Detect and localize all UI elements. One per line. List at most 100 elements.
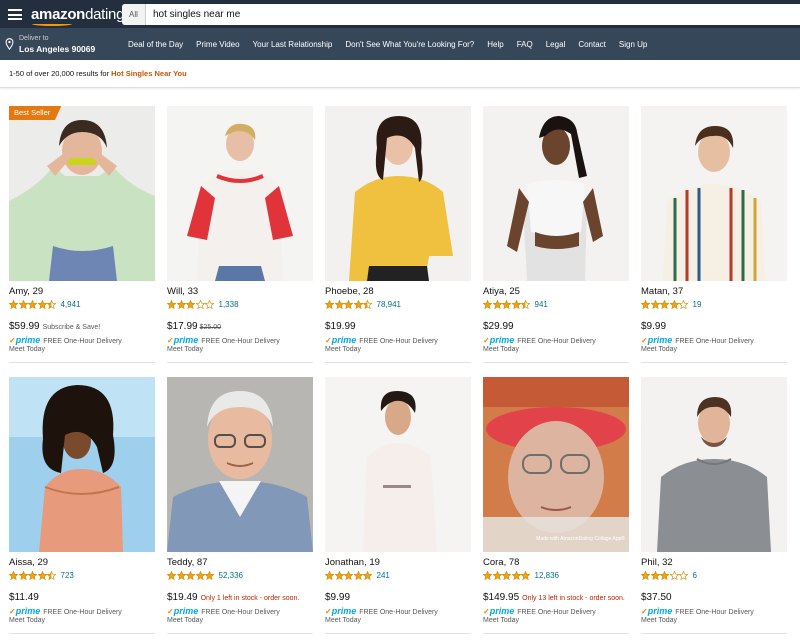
review-count[interactable]: 6 [693,571,697,580]
star-rating[interactable]: 4,941 [9,300,81,310]
top-header: amazondating All [0,0,800,28]
card-divider [9,362,155,363]
nav-link-prime-video[interactable]: Prime Video [196,40,239,49]
product-photo[interactable] [9,377,155,552]
search-input[interactable] [153,4,753,25]
star-rating[interactable]: 6 [641,571,697,581]
card-divider [483,362,629,363]
product-card-amy[interactable]: Best Seller Amy, 29 4,941 $59.99 Subscribe &… [9,106,155,364]
nav-link-dont-see[interactable]: Don't See What You're Looking For? [345,40,474,49]
delivery-text: FREE One-Hour Delivery [675,609,754,616]
prime-check-icon: ✓ [483,336,490,345]
hamburger-menu-icon[interactable] [8,9,22,20]
star-icon [47,571,56,580]
star-rating[interactable]: 78,941 [325,300,401,310]
review-count[interactable]: 4,941 [61,300,81,309]
star-rating[interactable]: 941 [483,300,548,310]
product-card-cora[interactable]: Made with AmazonDating Collage App® Cora,… [483,377,629,635]
product-photo[interactable] [325,106,471,281]
star-icon [483,300,492,309]
prime-logo: prime [15,335,41,345]
review-count[interactable]: 78,941 [377,300,401,309]
product-photo[interactable] [325,377,471,552]
star-rating[interactable]: 52,336 [167,571,243,581]
product-photo[interactable]: Made with AmazonDating Collage App® [483,377,629,552]
star-rating[interactable]: 12,836 [483,571,559,581]
product-card-matan[interactable]: Matan, 37 19 $9.99 ✓prime FREE One-Hour Deli… [641,106,787,364]
product-card-phoebe[interactable]: Phoebe, 28 78,941 $19.99 ✓prime FREE One-Hou… [325,106,471,364]
product-name[interactable]: Matan, 37 [641,286,683,297]
star-icon [37,300,47,309]
star-icon [344,300,353,309]
meet-today: Meet Today [641,346,678,353]
meet-today: Meet Today [167,617,204,624]
star-icon [492,300,502,309]
review-count[interactable]: 723 [61,571,74,580]
review-count[interactable]: 12,836 [535,571,559,580]
star-icon [28,300,37,309]
nav-link-help[interactable]: Help [487,40,503,49]
product-photo[interactable] [167,106,313,281]
product-name[interactable]: Atiya, 25 [483,286,520,297]
star-rating[interactable]: 723 [9,571,74,581]
review-count[interactable]: 52,336 [219,571,243,580]
prime-check-icon: ✓ [9,336,16,345]
search-scope-dropdown[interactable]: All [122,4,146,25]
prime-check-icon: ✓ [641,607,648,616]
product-card-atiya[interactable]: Atiya, 25 941 $29.99 ✓prime FREE One-Hour De… [483,106,629,364]
product-photo[interactable] [167,377,313,552]
product-card-aissa[interactable]: Aissa, 29 723 $11.49 ✓prime FREE One-Hour De… [9,377,155,635]
product-photo[interactable]: Best Seller [9,106,155,281]
product-photo[interactable] [641,106,787,281]
review-count[interactable]: 1,338 [219,300,239,309]
star-icon [334,571,344,580]
prime-logo: prime [647,335,673,345]
nav-link-sign-up[interactable]: Sign Up [619,40,647,49]
product-name[interactable]: Aissa, 29 [9,557,48,568]
delivery-text: FREE One-Hour Delivery [43,338,122,345]
prime-logo: prime [173,606,199,616]
product-card-teddy[interactable]: Teddy, 87 52,336 $19.49 Only 1 left in stoc… [167,377,313,635]
star-rating[interactable]: 1,338 [167,300,239,310]
product-name[interactable]: Amy, 29 [9,286,43,297]
review-count[interactable]: 241 [377,571,390,580]
product-name[interactable]: Phoebe, 28 [325,286,374,297]
best-seller-badge: Best Seller [9,106,62,120]
nav-link-legal[interactable]: Legal [546,40,566,49]
card-divider [325,633,471,634]
review-count[interactable]: 19 [693,300,702,309]
star-icon [492,571,502,580]
nav-link-contact[interactable]: Contact [578,40,606,49]
product-name[interactable]: Cora, 78 [483,557,519,568]
product-name[interactable]: Will, 33 [167,286,198,297]
delivery-text: FREE One-Hour Delivery [201,609,280,616]
review-count[interactable]: 941 [535,300,548,309]
product-card-jonathan[interactable]: Jonathan, 19 241 $9.99 ✓prime FREE One-Hour … [325,377,471,635]
nav-link-faq[interactable]: FAQ [517,40,533,49]
star-icon [167,300,176,309]
prime-check-icon: ✓ [325,607,332,616]
product-card-will[interactable]: Will, 33 1,338 $17.99 $25.00 ✓prime FREE One-… [167,106,313,364]
product-photo[interactable] [641,377,787,552]
star-icon [363,300,372,309]
product-photo[interactable] [483,106,629,281]
prime-logo: prime [489,335,515,345]
star-rating[interactable]: 241 [325,571,390,581]
star-icon [353,300,363,309]
product-name[interactable]: Jonathan, 19 [325,557,380,568]
amazon-dating-logo[interactable]: amazondating [31,6,124,23]
nav-link-last-relationship[interactable]: Your Last Relationship [253,40,333,49]
photo-caption: Made with AmazonDating Collage App® [536,536,625,542]
product-name[interactable]: Phil, 32 [641,557,673,568]
star-icon [679,300,688,309]
star-icon [195,571,205,580]
product-card-phil[interactable]: Phil, 32 6 $37.50 ✓prime FREE One-Hour Deliv… [641,377,787,635]
star-icon [9,571,18,580]
card-divider [325,362,471,363]
star-icon [205,571,214,580]
star-rating[interactable]: 19 [641,300,701,310]
nav-link-deal-of-the-day[interactable]: Deal of the Day [128,40,183,49]
star-icon [195,300,205,309]
delivery-text: FREE One-Hour Delivery [359,338,438,345]
product-name[interactable]: Teddy, 87 [167,557,208,568]
